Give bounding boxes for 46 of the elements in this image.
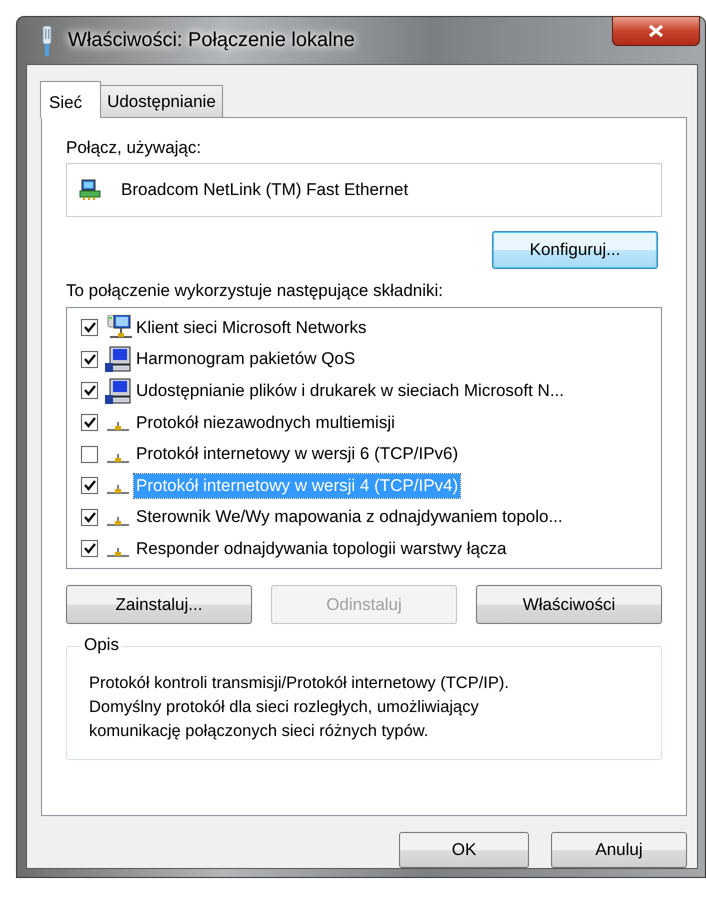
check-icon xyxy=(84,322,96,334)
component-button[interactable]: Właściwości xyxy=(476,585,662,624)
components-label: To połączenie wykorzystuje następujące składniki: xyxy=(66,281,444,302)
close-icon xyxy=(648,24,664,38)
checkbox[interactable] xyxy=(81,540,98,558)
component-button[interactable]: Zainstaluj... xyxy=(66,585,252,624)
computer-icon xyxy=(104,346,132,372)
configure-button[interactable]: Konfiguruj... xyxy=(492,231,658,269)
description-label: Opis xyxy=(81,635,122,655)
plug-icon xyxy=(40,26,54,56)
check-icon xyxy=(84,543,96,554)
network-adapter-icon xyxy=(79,179,101,201)
component-item[interactable]: Harmonogram pakietów QoS xyxy=(134,347,358,372)
checkbox[interactable] xyxy=(81,319,98,336)
network-protocol-icon xyxy=(106,421,130,432)
dialog-button[interactable]: OK xyxy=(399,832,529,868)
window-title: Właściwości: Połączenie lokalne xyxy=(68,29,355,52)
adapter-name: Broadcom NetLink (TM) Fast Ethernet xyxy=(121,180,408,200)
checkbox[interactable] xyxy=(81,508,98,526)
checkbox[interactable] xyxy=(81,350,98,368)
tab[interactable]: Sieć xyxy=(40,81,102,118)
description-text: Protokół kontroli transmisji/Protokół internetowy (TCP/IP). Domyślny protokół dla sieci rozległych, umożliwiający komunikację połączonych sieci różnych typów. xyxy=(89,673,510,742)
component-item[interactable]: Responder odnajdywania topologii warstwy łącza xyxy=(134,536,508,561)
component-item[interactable]: Protokół niezawodnych multiemisji xyxy=(134,410,397,435)
computer-icon xyxy=(104,378,132,404)
check-icon xyxy=(84,354,96,365)
dialog-button[interactable]: Anuluj xyxy=(551,832,687,868)
check-icon xyxy=(84,512,96,523)
component-item[interactable]: Protokół internetowy w wersji 6 (TCP/IPv6) xyxy=(134,442,460,466)
checkbox[interactable] xyxy=(81,414,98,432)
close-button[interactable] xyxy=(612,16,700,46)
check-icon xyxy=(84,385,96,396)
component-item[interactable]: Klient sieci Microsoft Networks xyxy=(134,316,369,340)
check-icon xyxy=(84,480,96,492)
network-protocol-icon xyxy=(106,547,130,558)
checkbox[interactable] xyxy=(81,382,98,400)
checkbox[interactable] xyxy=(81,446,98,463)
tab[interactable]: Udostępnianie xyxy=(100,85,223,117)
connect-using-label: Połącz, używając: xyxy=(66,138,202,159)
component-item[interactable]: Udostępnianie plików i drukarek w sieciach Microsoft N... xyxy=(134,378,566,403)
network-protocol-icon xyxy=(106,452,130,464)
checkbox[interactable] xyxy=(81,477,98,494)
network-protocol-icon xyxy=(106,484,130,496)
check-icon xyxy=(84,417,96,428)
network-protocol-icon xyxy=(106,516,130,527)
component-item[interactable]: Sterownik We/Wy mapowania z odnajdywaniem topolo... xyxy=(134,505,565,530)
